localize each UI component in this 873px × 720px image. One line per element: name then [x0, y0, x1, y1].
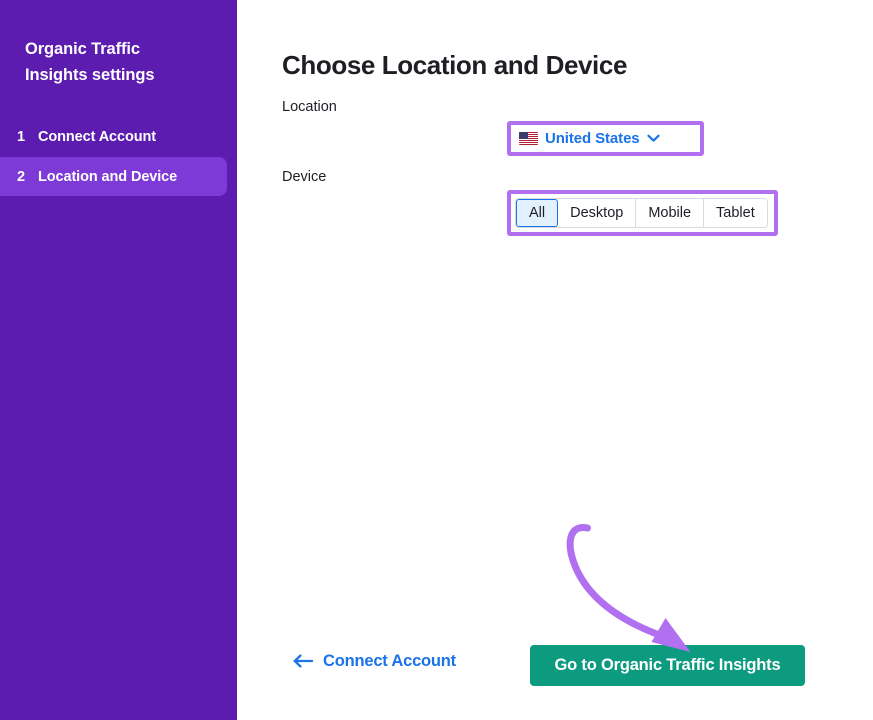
sidebar-item-connect-account[interactable]: 1 Connect Account — [0, 117, 227, 156]
device-option-tablet[interactable]: Tablet — [704, 199, 767, 227]
onboarding-screen: Organic Traffic Insights settings 1 Conn… — [0, 0, 873, 720]
us-flag-icon — [519, 132, 538, 145]
device-segmented-control[interactable]: All Desktop Mobile Tablet — [515, 198, 768, 228]
sidebar: Organic Traffic Insights settings 1 Conn… — [0, 0, 237, 720]
sidebar-nav: 1 Connect Account 2 Location and Device — [0, 117, 237, 196]
back-to-connect-account-link[interactable]: Connect Account — [293, 652, 456, 671]
device-label: Device — [282, 169, 326, 185]
main-content: Choose Location and Device Location Unit… — [237, 0, 873, 720]
chevron-down-icon — [647, 134, 660, 143]
device-option-mobile[interactable]: Mobile — [636, 199, 704, 227]
go-to-organic-traffic-insights-button[interactable]: Go to Organic Traffic Insights — [530, 645, 805, 686]
location-dropdown[interactable]: United States — [513, 126, 698, 151]
sidebar-item-number: 1 — [17, 129, 38, 145]
sidebar-item-location-and-device[interactable]: 2 Location and Device — [0, 157, 227, 196]
device-option-all[interactable]: All — [516, 199, 558, 227]
device-option-desktop[interactable]: Desktop — [558, 199, 636, 227]
sidebar-title: Organic Traffic Insights settings — [0, 36, 237, 88]
page-title: Choose Location and Device — [282, 50, 627, 81]
location-label: Location — [282, 99, 337, 115]
sidebar-item-number: 2 — [17, 169, 38, 185]
back-link-label: Connect Account — [323, 652, 456, 671]
location-selected-value: United States — [545, 130, 640, 147]
sidebar-item-label: Connect Account — [38, 129, 156, 145]
arrow-left-icon — [293, 653, 314, 671]
sidebar-item-label: Location and Device — [38, 169, 177, 185]
